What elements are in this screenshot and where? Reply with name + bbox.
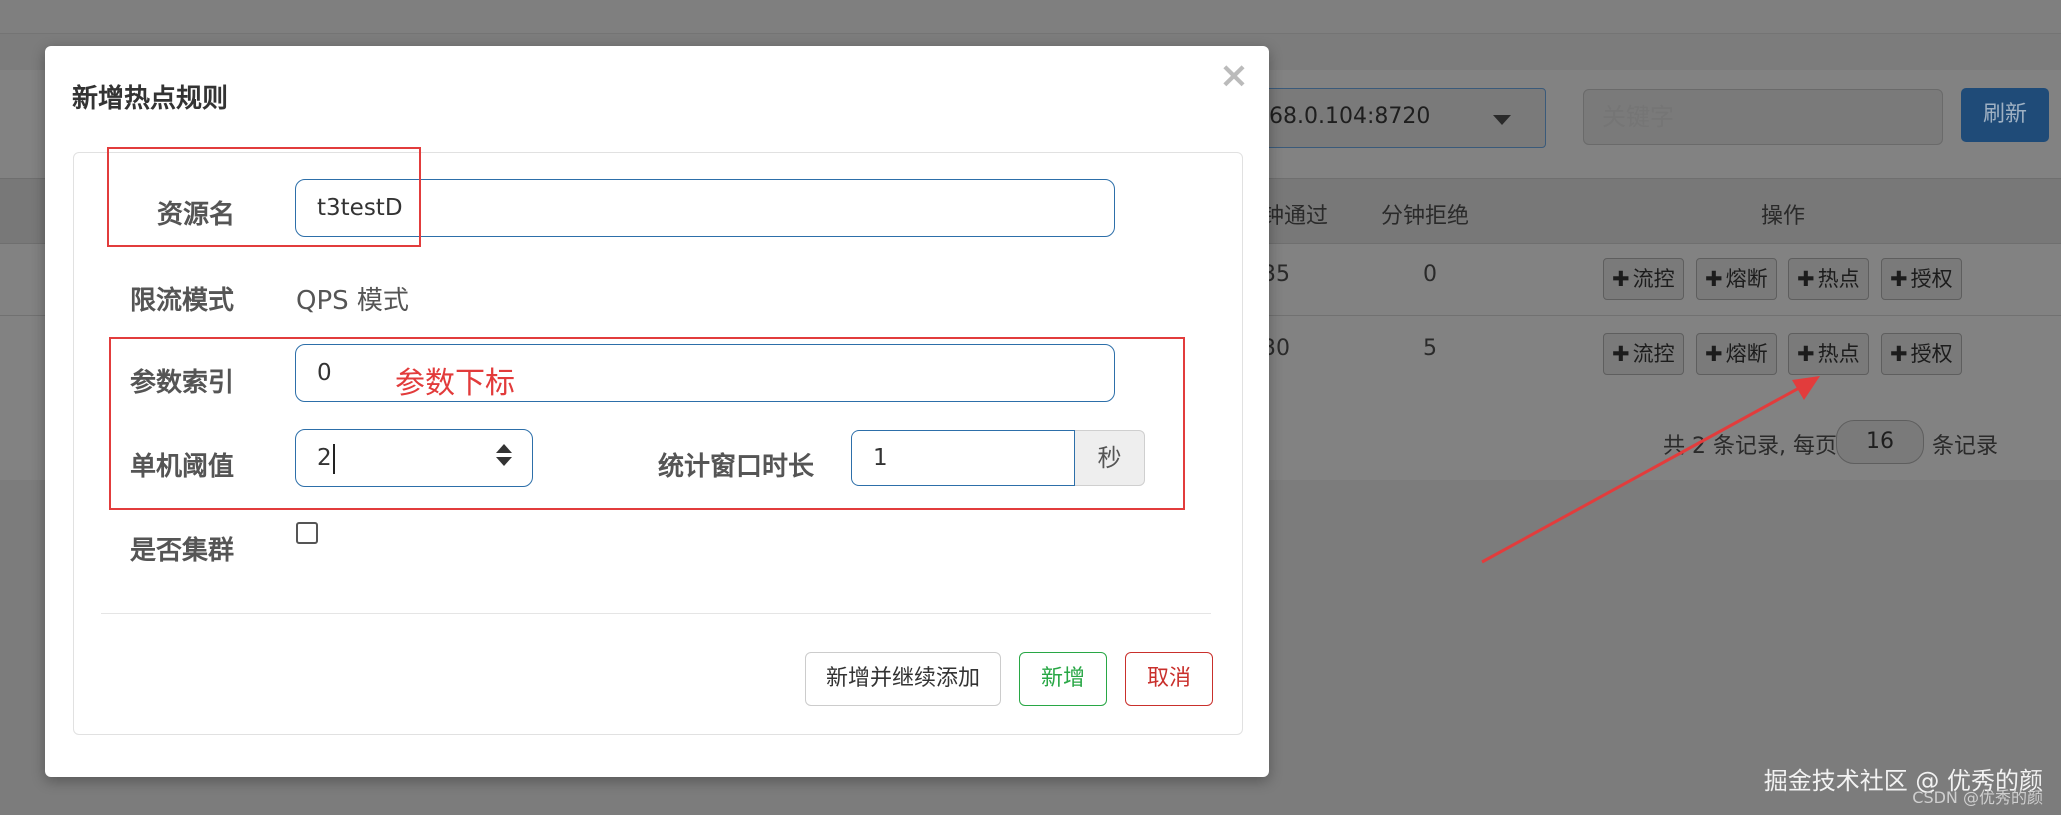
- footer-divider: [101, 613, 1211, 614]
- dialog-title: 新增热点规则: [72, 84, 229, 114]
- stepper-arrows-icon[interactable]: [496, 444, 512, 472]
- top-navbar: [0, 0, 2061, 34]
- add-and-continue-button[interactable]: 新增并继续添加: [805, 652, 1001, 706]
- hotspot-rule-button[interactable]: ✚ 热点: [1788, 258, 1869, 300]
- text-cursor: [332, 443, 335, 474]
- cancel-button[interactable]: 取消: [1125, 652, 1213, 706]
- plus-icon: ✚: [1705, 267, 1723, 291]
- cluster-mode-checkbox[interactable]: [296, 522, 318, 544]
- watermark-sub: CSDN @优秀的颜: [1912, 788, 2043, 807]
- param-index-annotation: 参数下标: [395, 366, 515, 401]
- refresh-button[interactable]: 刷新: [1961, 88, 2049, 142]
- plus-icon: ✚: [1890, 342, 1908, 366]
- threshold-stepper[interactable]: 2: [295, 429, 533, 487]
- plus-icon: ✚: [1612, 267, 1630, 291]
- chevron-down-icon: [1493, 115, 1511, 125]
- resource-name-label: 资源名: [157, 200, 236, 230]
- column-actions: 操作: [1761, 204, 1806, 229]
- window-duration-label: 统计窗口时长: [658, 452, 815, 482]
- column-reject-per-min: 分钟拒绝: [1381, 204, 1470, 229]
- add-button[interactable]: 新增: [1019, 652, 1107, 706]
- machine-select[interactable]: 68.0.104:8720: [1240, 88, 1546, 148]
- threshold-value: 2: [317, 445, 332, 471]
- seconds-unit-addon: 秒: [1075, 430, 1145, 486]
- authority-rule-button[interactable]: ✚ 授权: [1881, 258, 1962, 300]
- resource-name-input[interactable]: t3testD: [295, 179, 1115, 237]
- flow-rule-button[interactable]: ✚ 流控: [1603, 333, 1684, 375]
- plus-icon: ✚: [1705, 342, 1723, 366]
- plus-icon: ✚: [1797, 342, 1815, 366]
- hotspot-rule-button[interactable]: ✚ 热点: [1788, 333, 1869, 375]
- threshold-label: 单机阈值: [130, 452, 235, 482]
- machine-select-value: 68.0.104:8720: [1269, 104, 1431, 129]
- plus-icon: ✚: [1890, 267, 1908, 291]
- column-pass-per-min: 钟通过: [1262, 204, 1329, 229]
- degrade-rule-button[interactable]: ✚ 熔断: [1696, 333, 1777, 375]
- cluster-mode-label: 是否集群: [130, 536, 235, 566]
- limit-mode-value: QPS 模式: [296, 286, 409, 316]
- annotation-arrow: [1481, 376, 1820, 564]
- degrade-rule-button[interactable]: ✚ 熔断: [1696, 258, 1777, 300]
- plus-icon: ✚: [1612, 342, 1630, 366]
- param-index-label: 参数索引: [130, 368, 235, 398]
- close-icon[interactable]: ×: [1219, 58, 1249, 94]
- window-duration-input[interactable]: 1: [851, 430, 1075, 486]
- row-reject-value: 5: [1423, 336, 1437, 361]
- add-hotspot-rule-dialog: 新增热点规则 × 资源名 t3testD 限流模式 QPS 模式 参数索引 0 …: [45, 46, 1269, 777]
- flow-rule-button[interactable]: ✚ 流控: [1603, 258, 1684, 300]
- pagination-suffix: 条记录: [1932, 434, 1999, 459]
- authority-rule-button[interactable]: ✚ 授权: [1881, 333, 1962, 375]
- keyword-search-input[interactable]: [1583, 89, 1943, 145]
- row-reject-value: 0: [1423, 262, 1437, 287]
- page-size-input[interactable]: 16: [1836, 420, 1924, 464]
- limit-mode-label: 限流模式: [130, 286, 235, 316]
- plus-icon: ✚: [1797, 267, 1815, 291]
